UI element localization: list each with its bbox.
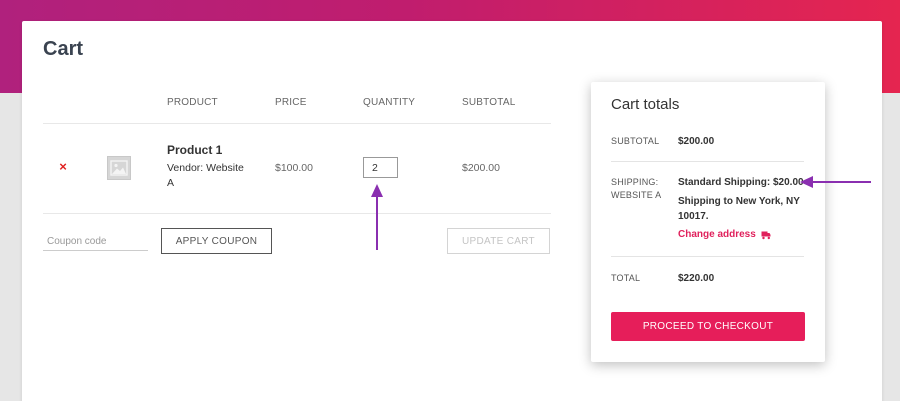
page-title: Cart [43,38,84,60]
totals-divider [611,161,804,162]
subtotal-label: SUBTOTAL [611,136,660,146]
cart-totals-panel: Cart totals SUBTOTAL $200.00 SHIPPING: W… [591,82,825,362]
change-address-link[interactable]: Change address [678,229,771,240]
proceed-to-checkout-button[interactable]: PROCEED TO CHECKOUT [611,312,805,341]
column-header-subtotal: SUBTOTAL [462,97,516,108]
column-header-product: PRODUCT [167,97,218,108]
shipping-method: Standard Shipping: $20.00 [678,177,804,188]
item-subtotal: $200.00 [462,162,500,174]
image-placeholder-icon [107,156,131,180]
total-label: TOTAL [611,273,641,283]
update-cart-button[interactable]: UPDATE CART [447,228,550,254]
table-divider [43,213,551,214]
item-price: $100.00 [275,162,313,174]
vendor-label: Vendor: [167,162,204,174]
product-name[interactable]: Product 1 [167,143,222,157]
apply-coupon-button[interactable]: APPLY COUPON [161,228,272,254]
total-value: $220.00 [678,273,715,284]
totals-divider [611,256,804,257]
table-divider [43,123,551,124]
cart-totals-title: Cart totals [611,96,680,113]
column-header-price: PRICE [275,97,307,108]
remove-item-icon[interactable]: × [57,160,69,174]
quantity-input[interactable] [363,157,398,178]
shipping-label: SHIPPING: WEBSITE A [611,177,662,200]
shipping-destination: Shipping to New York, NY 10017. [678,196,800,222]
vendor-info: Vendor: Website A [167,161,247,191]
truck-icon [761,231,771,239]
change-address-label: Change address [678,229,756,240]
column-header-quantity: QUANTITY [363,97,416,108]
subtotal-value: $200.00 [678,136,715,147]
coupon-input[interactable] [43,232,148,251]
